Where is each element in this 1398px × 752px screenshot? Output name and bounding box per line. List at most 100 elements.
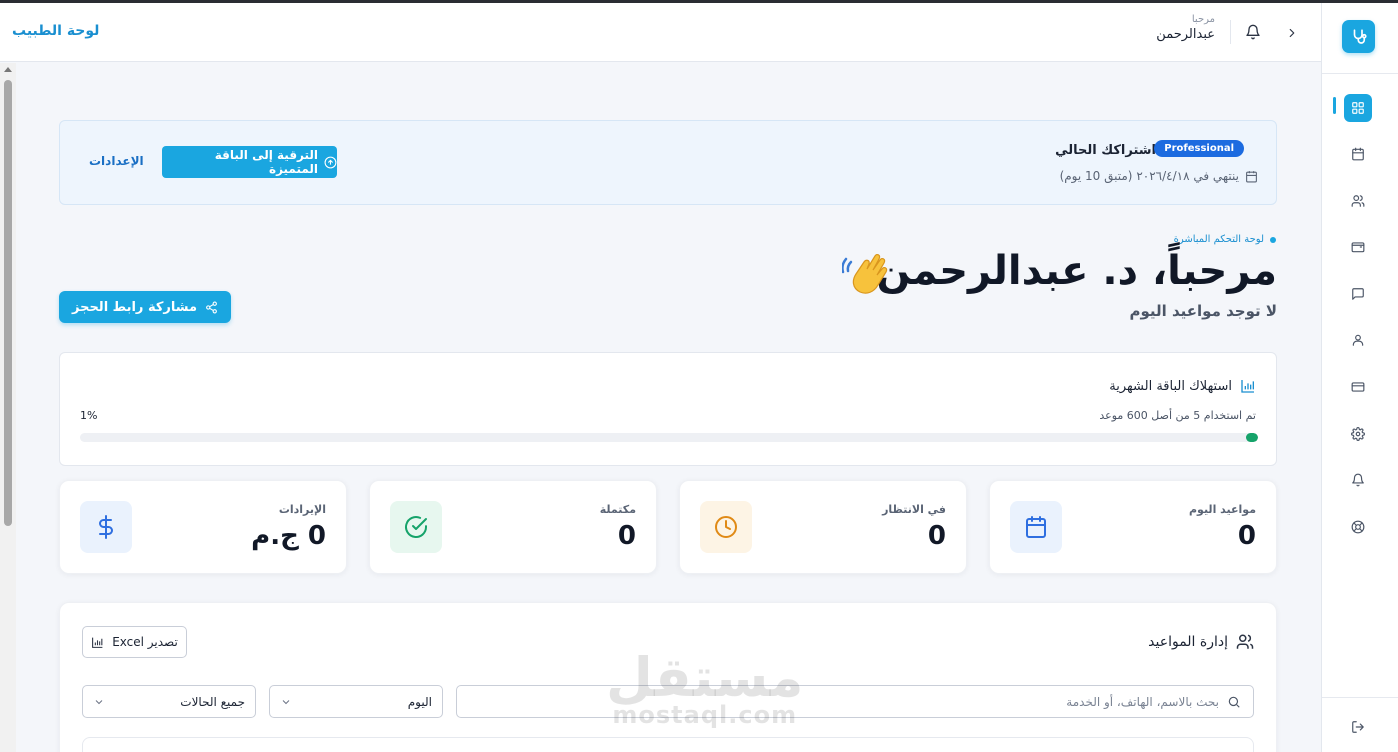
sidebar-divider — [1322, 73, 1398, 74]
status-filter-value: جميع الحالات — [180, 694, 245, 709]
lifebuoy-icon — [1351, 520, 1365, 534]
stat-card: في الانتظار 0 — [679, 480, 967, 574]
waving-hand-icon — [841, 250, 892, 296]
scroll-thumb[interactable] — [4, 80, 12, 526]
stat-value: 0 — [927, 521, 946, 551]
sidebar-item-patients[interactable] — [1344, 187, 1372, 215]
stat-value: 0 — [617, 521, 636, 551]
clock-icon — [700, 501, 752, 553]
logout-icon — [1352, 721, 1364, 733]
wallet-icon — [1351, 242, 1365, 253]
chevron-down-icon — [282, 699, 290, 704]
stat-label: في الانتظار — [882, 503, 946, 516]
user-greeting: مرحبا — [1191, 14, 1215, 25]
usage-progress-bar — [80, 433, 1258, 442]
share-label: مشاركة رابط الحجز — [71, 299, 198, 315]
expiry-text: ينتهي في ٢٠٢٦/٤/١٨ (متبق 10 يوم) — [1059, 169, 1239, 183]
sidebar-item-appointments[interactable] — [1344, 140, 1372, 168]
top-header: لوحة الطبيب مرحبا عبدالرحمن — [0, 3, 1321, 62]
users-icon — [1236, 634, 1254, 649]
collapse-sidebar-chevron-icon[interactable] — [1285, 25, 1299, 39]
dashboard-tag: لوحة التحكم المباشرة — [1174, 234, 1276, 245]
header-divider — [1230, 20, 1231, 44]
calendar-icon — [1352, 147, 1364, 161]
gear-icon — [1351, 427, 1365, 441]
export-label: تصدير Excel — [112, 635, 178, 649]
app-title: لوحة الطبيب — [12, 23, 100, 39]
dollar-icon — [80, 501, 132, 553]
chevron-down-icon — [95, 699, 103, 704]
arrow-up-circle-icon — [324, 156, 337, 168]
stat-label: الإيرادات — [278, 503, 326, 516]
sidebar-item-billing[interactable] — [1344, 373, 1372, 401]
dashboard-tag-text: لوحة التحكم المباشرة — [1173, 234, 1264, 245]
status-filter-select[interactable]: جميع الحالات — [82, 685, 256, 718]
user-icon — [1352, 334, 1364, 346]
message-icon — [1352, 288, 1364, 300]
date-filter-select[interactable]: اليوم — [269, 685, 443, 718]
welcome-title: مرحباً، د. عبدالرحمن — [876, 248, 1278, 294]
appointments-list-container — [82, 737, 1254, 752]
sidebar-divider — [1322, 697, 1398, 698]
mostaql-watermark: مستقل mostaql.com — [606, 646, 804, 729]
app-logo-stethoscope-icon[interactable] — [1342, 20, 1375, 53]
sidebar-item-dashboard[interactable] — [1344, 94, 1372, 122]
sidebar-item-messages[interactable] — [1344, 280, 1372, 308]
search-input[interactable]: بحث بالاسم، الهاتف، أو الخدمة — [456, 685, 1254, 718]
usage-percent: 1% — [80, 409, 98, 422]
subscription-expiry: ينتهي في ٢٠٢٦/٤/١٨ (متبق 10 يوم) — [1060, 169, 1258, 183]
bar-chart-icon — [1241, 380, 1254, 393]
management-title-text: إدارة المواعيد — [1148, 634, 1228, 650]
plan-badge: Professional — [1154, 140, 1244, 157]
watermark-latin: mostaql.com — [612, 701, 798, 729]
calendar-icon — [1246, 170, 1257, 182]
grid-icon — [1352, 102, 1364, 114]
credit-card-icon — [1351, 382, 1365, 392]
subscription-label: اشتراكك الحالي — [1055, 143, 1156, 158]
stat-value: 0 ج.م — [251, 521, 326, 551]
users-icon — [1351, 195, 1365, 207]
user-name: عبدالرحمن — [1156, 27, 1215, 42]
sidebar-item-wallet[interactable] — [1344, 233, 1372, 261]
stat-card: الإيرادات 0 ج.م — [59, 480, 347, 574]
stat-card: مكتملة 0 — [369, 480, 657, 574]
check-circle-icon — [390, 501, 442, 553]
active-indicator — [1333, 97, 1336, 114]
share-icon — [206, 301, 217, 313]
calendar-icon — [1010, 501, 1062, 553]
sidebar-item-profile[interactable] — [1344, 326, 1372, 354]
stat-label: مكتملة — [599, 503, 636, 516]
management-title: إدارة المواعيد — [1148, 633, 1254, 651]
page-scrollbar[interactable] — [0, 63, 16, 752]
settings-link[interactable]: الإعدادات — [89, 154, 144, 168]
notifications-bell-icon[interactable] — [1245, 24, 1261, 40]
no-appointments-text: لا توجد مواعيد اليوم — [1129, 302, 1277, 320]
sidebar-item-support[interactable] — [1344, 513, 1372, 541]
subscription-banner: اشتراكك الحالي Professional ينتهي في ٢٠٢… — [59, 120, 1277, 205]
upgrade-label: الترقية إلى الباقة المتميزة — [214, 148, 319, 176]
upgrade-plan-button[interactable]: الترقية إلى الباقة المتميزة — [162, 146, 337, 178]
search-placeholder: بحث بالاسم، الهاتف، أو الخدمة — [1066, 694, 1219, 709]
sidebar — [1321, 3, 1398, 752]
usage-title-text: استهلاك الباقة الشهرية — [1109, 378, 1232, 394]
export-excel-button[interactable]: تصدير Excel — [82, 626, 187, 658]
watermark-arabic: مستقل — [606, 646, 804, 709]
logout-button[interactable] — [1344, 713, 1372, 741]
stat-label: مواعيد اليوم — [1188, 503, 1256, 516]
user-info[interactable]: مرحبا عبدالرحمن — [1156, 14, 1215, 42]
scroll-up-arrow-icon[interactable] — [4, 67, 12, 72]
search-icon — [1228, 696, 1240, 708]
usage-title: استهلاك الباقة الشهرية — [1109, 378, 1256, 394]
stat-card: مواعيد اليوم 0 — [989, 480, 1277, 574]
usage-detail: تم استخدام 5 من أصل 600 موعد — [1099, 409, 1256, 422]
stat-value: 0 — [1237, 521, 1256, 551]
sidebar-item-notifications[interactable] — [1344, 466, 1372, 494]
sidebar-item-settings[interactable] — [1344, 420, 1372, 448]
usage-progress-fill — [1246, 433, 1258, 442]
live-dot — [1270, 236, 1276, 243]
plan-usage-card: استهلاك الباقة الشهرية تم استخدام 5 من أ… — [59, 352, 1277, 466]
bell-icon — [1352, 473, 1364, 487]
share-booking-link-button[interactable]: مشاركة رابط الحجز — [59, 291, 231, 323]
bar-chart-icon — [92, 637, 103, 648]
date-filter-value: اليوم — [407, 694, 432, 709]
